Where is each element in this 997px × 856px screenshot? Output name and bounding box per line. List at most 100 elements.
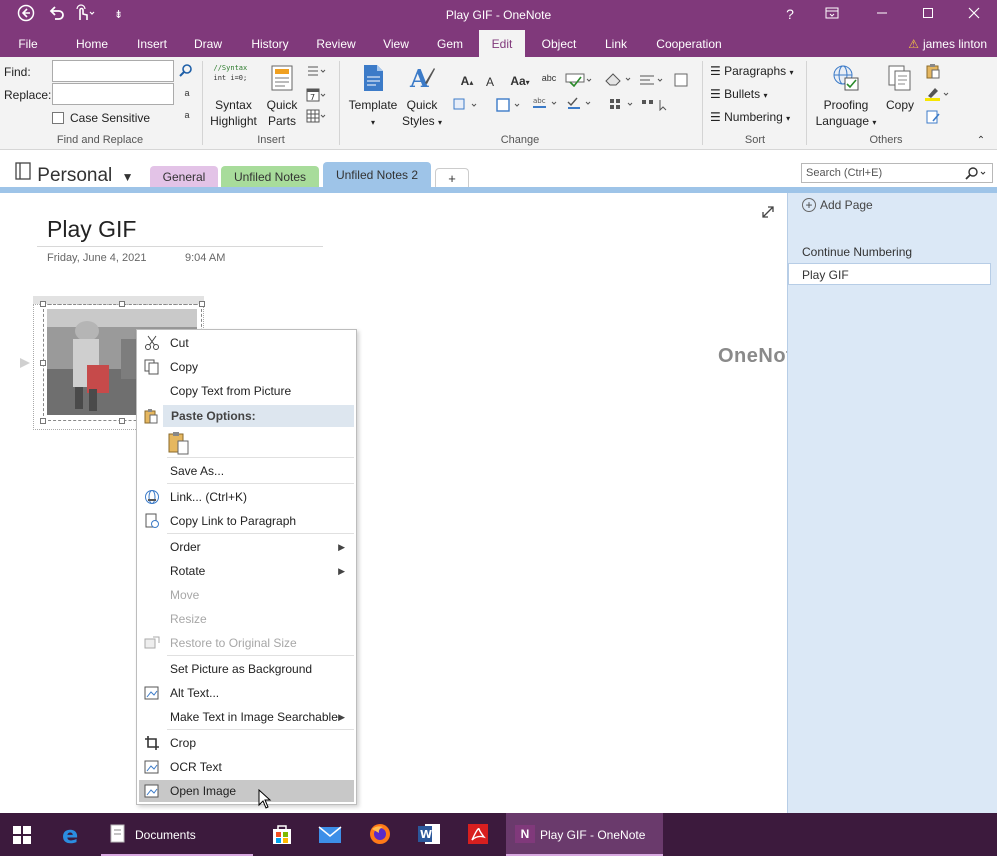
page-list-item[interactable]: Play GIF [788,263,991,285]
tab-review[interactable]: Review [308,30,364,57]
box-icon[interactable] [672,73,690,89]
strikethrough-abc-icon[interactable]: abc [532,95,562,111]
select-pointer-icon[interactable] [640,97,670,113]
ribbon-display-options-icon[interactable] [812,3,852,25]
page-title[interactable]: Play GIF [47,216,136,243]
tab-history[interactable]: History [240,30,300,57]
resize-handle[interactable] [40,360,46,366]
find-input[interactable] [52,60,174,82]
replace-input[interactable] [52,83,174,105]
menu-label: Copy Text from Picture [170,384,292,398]
eraser-icon[interactable] [604,71,634,87]
highlighter-icon[interactable] [924,86,952,102]
section-tab-general[interactable]: General [150,166,218,188]
store-button[interactable] [262,813,302,856]
border-icon[interactable] [495,97,525,113]
quick-parts-button[interactable]: Quick Parts [262,63,302,129]
user-account[interactable]: ⚠ james linton [908,30,987,57]
case-sensitive-checkbox[interactable]: Case Sensitive [52,111,150,125]
maximize-icon[interactable] [908,3,948,25]
replace-all-icon[interactable]: a [178,107,196,123]
add-section-button[interactable]: + [435,168,469,188]
table-icon[interactable] [306,109,326,125]
word-button[interactable]: W [408,813,450,856]
tab-edit[interactable]: Edit [479,30,525,57]
search-icon[interactable] [177,63,195,79]
section-tab-unfiled-notes[interactable]: Unfiled Notes [221,166,319,188]
menu-item-open-image[interactable]: Open Image [139,780,354,802]
close-icon[interactable] [954,3,994,25]
tab-object[interactable]: Object [532,30,586,57]
spelling-button[interactable]: abc [540,70,558,86]
acrobat-button[interactable] [458,813,498,856]
menu-item-link[interactable]: Link... (Ctrl+K) [139,486,354,508]
menu-item-copy[interactable]: Copy [139,356,354,378]
start-button[interactable] [0,813,44,856]
syntax-highlight-button[interactable]: //Syntax int i=0; Syntax Highlight [206,63,261,129]
resize-handle[interactable] [199,301,205,307]
search-icon[interactable] [964,166,988,183]
tab-insert[interactable]: Insert [126,30,178,57]
menu-item-make-text-searchable[interactable]: Make Text in Image Searchable ▶ [139,706,354,728]
edge-button[interactable]: e [52,813,92,856]
change-case-button[interactable]: Aa▾ [507,73,533,89]
template-button[interactable]: Template ▾ [344,63,402,131]
menu-item-alt-text[interactable]: Alt Text... [139,682,354,704]
menu-item-copy-link-to-paragraph[interactable]: Copy Link to Paragraph [139,510,354,532]
page-canvas[interactable]: Play GIF Friday, June 4, 2021 9:04 AM On… [0,193,899,813]
menu-item-save-as[interactable]: Save As... [139,460,354,482]
tab-gem[interactable]: Gem [428,30,472,57]
documents-button[interactable]: Documents [101,813,253,856]
menu-item-set-picture-as-background[interactable]: Set Picture as Background [139,658,354,680]
copy-button[interactable]: Copy [880,63,920,113]
list-insert-icon[interactable] [306,64,326,80]
paste-icon[interactable] [924,63,942,79]
menu-item-rotate[interactable]: Rotate ▶ [139,560,354,582]
firefox-button[interactable] [360,813,400,856]
calendar-icon[interactable]: 7 [306,87,326,103]
resize-handle[interactable] [119,418,125,424]
sort-bullets-button[interactable]: ☰ Bullets ▾ [710,87,768,101]
abc-check-icon[interactable] [565,73,595,89]
collapse-ribbon-icon[interactable]: ⌃ [972,133,990,149]
tab-view[interactable]: View [372,30,420,57]
menu-item-copy-text-from-picture[interactable]: Copy Text from Picture [139,380,354,402]
menu-item-ocr-text[interactable]: OCR Text [139,756,354,778]
mail-button[interactable] [310,813,350,856]
sort-numbering-button[interactable]: ☰ Numbering ▾ [710,110,790,124]
notebook-selector[interactable]: Personal ▼ [14,161,133,187]
align-icon[interactable] [638,73,668,89]
menu-item-order[interactable]: Order ▶ [139,536,354,558]
continue-numbering-item[interactable]: Continue Numbering [802,245,912,259]
menu-separator [167,457,354,458]
font-size-icon[interactable]: A▴ [454,73,480,89]
proofing-language-button[interactable]: Proofing Language ▾ [812,63,880,131]
replace-icon[interactable]: a [178,85,196,101]
checklist-icon[interactable] [566,95,596,111]
search-box[interactable]: Search (Ctrl+E) [801,163,993,183]
indent-icon[interactable] [452,97,482,113]
paragraph-handle[interactable] [20,358,30,368]
expand-icon[interactable] [762,206,774,221]
font-shrink-icon[interactable]: A [481,74,499,90]
resize-handle[interactable] [40,418,46,424]
grid-dots-icon[interactable] [608,97,638,113]
add-page-button[interactable]: + Add Page [802,198,873,212]
section-tab-unfiled-notes-2[interactable]: Unfiled Notes 2 [323,162,431,189]
menu-item-crop[interactable]: Crop [139,732,354,754]
sort-paragraphs-button[interactable]: ☰ Paragraphs ▾ [710,64,794,78]
help-button[interactable]: ? [770,3,810,25]
onenote-taskbar-button[interactable]: N Play GIF - OneNote [506,813,663,856]
tab-home[interactable]: Home [66,30,118,57]
tab-cooperation[interactable]: Cooperation [648,30,730,57]
tab-draw[interactable]: Draw [185,30,231,57]
tab-link[interactable]: Link [595,30,637,57]
resize-handle[interactable] [40,301,46,307]
edit-doc-icon[interactable] [924,109,942,125]
paste-keep-source-icon[interactable] [168,431,190,458]
minimize-icon[interactable] [862,3,902,25]
menu-item-cut[interactable]: Cut [139,332,354,354]
quick-styles-button[interactable]: A Quick Styles ▾ [400,63,444,131]
resize-handle[interactable] [119,301,125,307]
tab-file[interactable]: File [10,30,46,57]
